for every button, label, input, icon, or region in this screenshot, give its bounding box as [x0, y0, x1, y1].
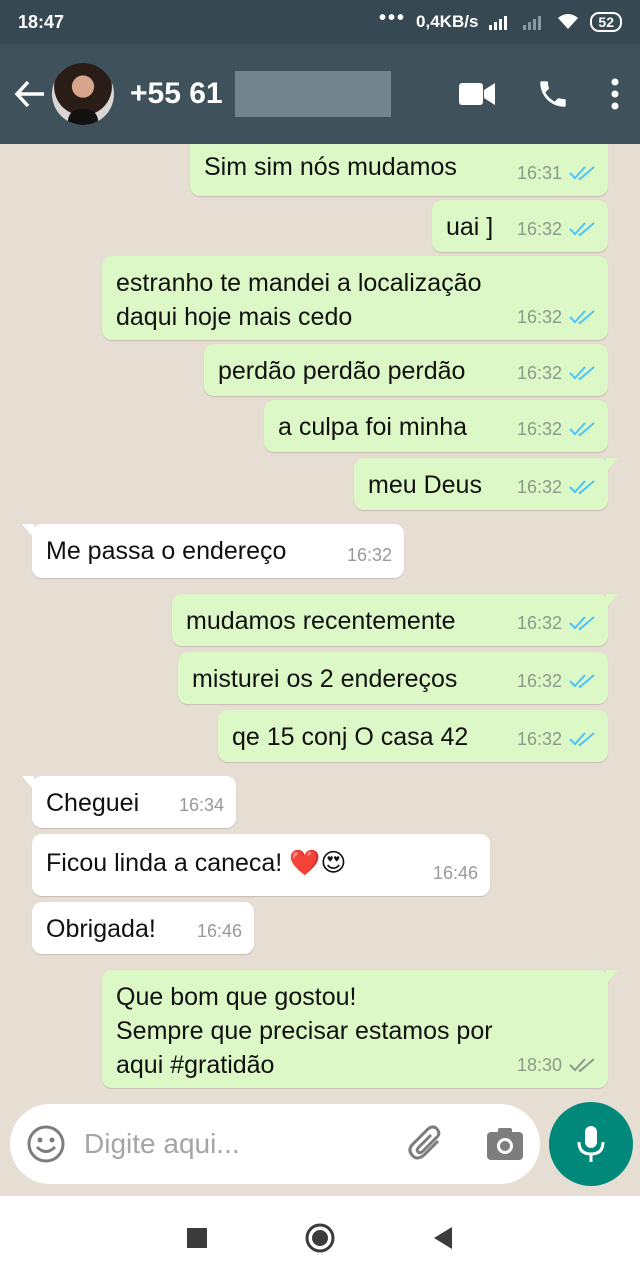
attach-icon[interactable]	[408, 1125, 446, 1163]
mic-icon	[577, 1126, 605, 1162]
status-time: 18:47	[18, 11, 65, 32]
status-icons: ••• 0,4KB/s 52	[379, 7, 622, 32]
network-speed: 0,4KB/s	[416, 12, 479, 31]
wifi-icon	[558, 14, 579, 29]
message-bubble[interactable]: meu Deus 16:32	[354, 458, 618, 510]
status-bar: 18:47 ••• 0,4KB/s 52	[0, 0, 640, 44]
signal-icon	[489, 16, 508, 30]
phone-icon[interactable]	[536, 77, 570, 111]
recents-icon[interactable]	[186, 1227, 208, 1249]
read-receipt-icon	[569, 366, 595, 381]
message-time: 16:46	[196, 921, 242, 941]
message-list: Sim sim nós mudamos 16:31 uai ] 16:32 es…	[0, 144, 640, 1100]
video-call-icon[interactable]	[458, 81, 496, 107]
message-text: meu Deus	[368, 471, 482, 499]
camera-icon[interactable]	[486, 1127, 524, 1161]
message-text: estranho te mandei a localização daqui h…	[116, 269, 482, 331]
back-nav-icon[interactable]	[432, 1226, 454, 1250]
message-time: 16:32	[516, 477, 562, 497]
message-bubble[interactable]: estranho te mandei a localização daqui h…	[102, 256, 608, 340]
message-text: misturei os 2 endereços	[192, 665, 458, 693]
message-bubble[interactable]: uai ] 16:32	[432, 200, 608, 252]
message-time: 18:30	[516, 1055, 562, 1075]
signal-2-icon	[523, 16, 542, 30]
message-text: Cheguei	[46, 789, 140, 817]
read-receipt-icon	[569, 674, 595, 689]
voice-record-button[interactable]	[549, 1102, 633, 1186]
read-receipt-icon	[569, 732, 595, 747]
message-time: 16:34	[178, 795, 224, 815]
contact-name[interactable]: +55 61	[130, 77, 223, 111]
message-text: Sim sim nós mudamos	[204, 153, 457, 181]
message-text: Ficou linda a caneca! ❤️😍	[46, 849, 347, 877]
message-text: uai ]	[446, 213, 494, 241]
message-time: 16:32	[516, 307, 562, 327]
message-text: qe 15 conj O casa 42	[232, 723, 469, 751]
message-bubble[interactable]: qe 15 conj O casa 42 16:32	[218, 710, 608, 762]
back-button[interactable]	[14, 74, 48, 114]
message-bubble[interactable]: misturei os 2 endereços 16:32	[178, 652, 608, 704]
read-receipt-icon	[569, 616, 595, 631]
delivered-receipt-icon	[569, 1058, 595, 1073]
message-composer: Digite aqui...	[10, 1104, 540, 1184]
back-arrow-icon	[14, 80, 44, 108]
message-bubble[interactable]: Obrigada! 16:46	[32, 902, 254, 954]
message-text: Me passa o endereço	[46, 537, 287, 565]
message-time: 16:46	[432, 863, 478, 883]
message-bubble[interactable]: Ficou linda a caneca! ❤️😍 16:46	[32, 834, 490, 896]
message-input[interactable]: Digite aqui...	[84, 1128, 408, 1160]
message-time: 16:32	[516, 729, 562, 749]
message-bubble[interactable]: Me passa o endereço 16:32	[22, 524, 404, 578]
message-time: 16:32	[516, 219, 562, 239]
message-time: 16:31	[516, 163, 562, 183]
message-bubble[interactable]: mudamos recentemente 16:32	[172, 594, 618, 646]
read-receipt-icon	[569, 222, 595, 237]
message-bubble[interactable]: perdão perdão perdão 16:32	[204, 344, 608, 396]
contact-avatar[interactable]	[52, 63, 114, 125]
system-nav-bar	[0, 1196, 640, 1280]
message-bubble[interactable]: a culpa foi minha 16:32	[264, 400, 608, 452]
message-time: 16:32	[516, 613, 562, 633]
chat-header: +55 61	[0, 44, 640, 144]
message-text: perdão perdão perdão	[218, 357, 466, 385]
message-text: a culpa foi minha	[278, 413, 468, 441]
read-receipt-icon	[569, 310, 595, 325]
message-bubble[interactable]: Que bom que gostou! Sempre que precisar …	[102, 970, 618, 1088]
message-text: mudamos recentemente	[186, 607, 456, 635]
notification-dots: •••	[379, 6, 407, 29]
message-bubble[interactable]: Sim sim nós mudamos 16:31	[190, 144, 608, 196]
read-receipt-icon	[569, 422, 595, 437]
redacted-number	[234, 71, 391, 117]
message-time: 16:32	[516, 419, 562, 439]
home-icon[interactable]	[304, 1222, 336, 1254]
battery-indicator: 52	[590, 12, 622, 32]
message-time: 16:32	[516, 363, 562, 383]
message-time: 16:32	[346, 545, 392, 565]
message-bubble[interactable]: Cheguei 16:34	[22, 776, 236, 828]
message-text: Obrigada!	[46, 915, 156, 943]
emoji-icon[interactable]	[26, 1124, 66, 1164]
more-vert-icon[interactable]	[610, 78, 620, 110]
read-receipt-icon	[569, 480, 595, 495]
message-time: 16:32	[516, 671, 562, 691]
read-receipt-icon	[569, 166, 595, 181]
message-text: Que bom que gostou! Sempre que precisar …	[116, 983, 493, 1079]
